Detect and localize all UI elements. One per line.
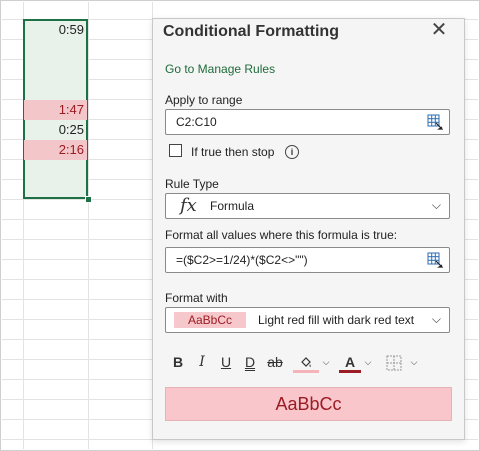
grid-line (88, 2, 89, 449)
bold-button[interactable]: B (169, 350, 187, 374)
chevron-down-icon: ⌵ (431, 312, 441, 326)
info-icon[interactable]: i (285, 145, 299, 159)
format-preview: AaBbCc (165, 387, 452, 421)
window-frame: 0:59 1:47 0:25 2:16 Conditional Formatti… (0, 0, 480, 451)
chevron-down-icon[interactable]: ⌵ (321, 350, 331, 374)
format-with-value: Light red fill with dark red text (258, 313, 415, 327)
font-color-icon: A (344, 354, 356, 370)
cell-c6[interactable]: 1:47 (24, 100, 87, 120)
apply-to-range-value: C2:C10 (176, 115, 217, 129)
range-picker-icon[interactable] (427, 252, 443, 268)
underline-button[interactable]: U (217, 350, 235, 374)
panel-title: Conditional Formatting (163, 23, 339, 40)
paint-bucket-icon (301, 357, 311, 368)
apply-to-range-label: Apply to range (165, 93, 243, 107)
cell-c8[interactable]: 2:16 (24, 140, 87, 160)
formula-input[interactable]: =($C2>=1/24)*($C2<>"") (165, 247, 450, 273)
apply-to-range-input[interactable]: C2:C10 (165, 109, 450, 135)
formula-icon: fx (180, 195, 197, 216)
manage-rules-link[interactable]: Go to Manage Rules (165, 62, 275, 76)
cell-c7[interactable]: 0:25 (24, 120, 87, 140)
chevron-down-icon[interactable]: ⌵ (409, 350, 419, 374)
format-with-label: Format with (165, 291, 228, 305)
fill-color-button[interactable] (293, 350, 319, 373)
borders-button[interactable] (383, 350, 405, 374)
chevron-down-icon: ⌵ (431, 198, 441, 212)
chevron-down-icon[interactable]: ⌵ (363, 350, 373, 374)
double-underline-button[interactable]: D (241, 350, 259, 374)
close-icon[interactable]: ✕ (427, 19, 451, 43)
rule-type-dropdown[interactable]: fx Formula ⌵ (165, 193, 450, 219)
format-with-dropdown[interactable]: AaBbCc Light red fill with dark red text… (165, 307, 450, 333)
conditional-formatting-panel: Conditional Formatting ✕ Go to Manage Ru… (152, 18, 465, 440)
rule-type-value: Formula (210, 199, 255, 213)
formula-value: =($C2>=1/24)*($C2<>"") (176, 253, 308, 267)
strikethrough-button[interactable]: ab (265, 350, 285, 374)
borders-icon (386, 355, 402, 371)
rule-type-label: Rule Type (165, 177, 219, 191)
font-color-button[interactable]: A (339, 350, 361, 373)
if-true-stop-label: If true then stop (191, 145, 275, 159)
cell-c2[interactable]: 0:59 (24, 20, 87, 40)
format-toolbar: B I U D ab ⌵ A ⌵ ⌵ (165, 350, 450, 374)
if-true-stop-checkbox[interactable] (169, 144, 182, 157)
range-picker-icon[interactable] (427, 114, 443, 130)
formula-label: Format all values where this formula is … (165, 228, 398, 242)
format-sample: AaBbCc (174, 312, 246, 328)
fill-handle[interactable] (85, 196, 92, 203)
italic-button[interactable]: I (193, 350, 211, 374)
